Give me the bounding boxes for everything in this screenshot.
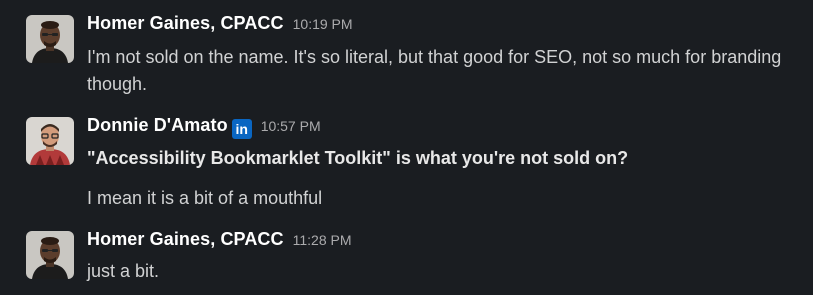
- message-text: I mean it is a bit of a mouthful: [87, 188, 323, 208]
- message-timestamp[interactable]: 10:19 PM: [293, 16, 353, 32]
- message-text: just a bit.: [87, 261, 160, 281]
- avatar-donnie-image: [26, 117, 74, 165]
- avatar-homer-image: [26, 15, 74, 63]
- message-timestamp[interactable]: 10:57 PM: [261, 118, 321, 134]
- avatar-homer-image: [26, 231, 74, 279]
- message-text: I'm not sold on the name. It's so litera…: [87, 47, 782, 94]
- message-text: "Accessibility Bookmarklet Toolkit" is w…: [87, 148, 629, 168]
- message-timestamp[interactable]: 11:28 PM: [293, 232, 352, 248]
- message-author[interactable]: Homer Gaines, CPACC: [87, 13, 284, 34]
- avatar-donnie[interactable]: [26, 117, 74, 165]
- avatar-homer[interactable]: [26, 15, 74, 63]
- linkedin-icon: in: [231, 119, 252, 139]
- message-author[interactable]: Donnie D'Amato: [87, 115, 228, 136]
- message-author[interactable]: Homer Gaines, CPACC: [87, 229, 284, 250]
- avatar-homer[interactable]: [26, 231, 74, 279]
